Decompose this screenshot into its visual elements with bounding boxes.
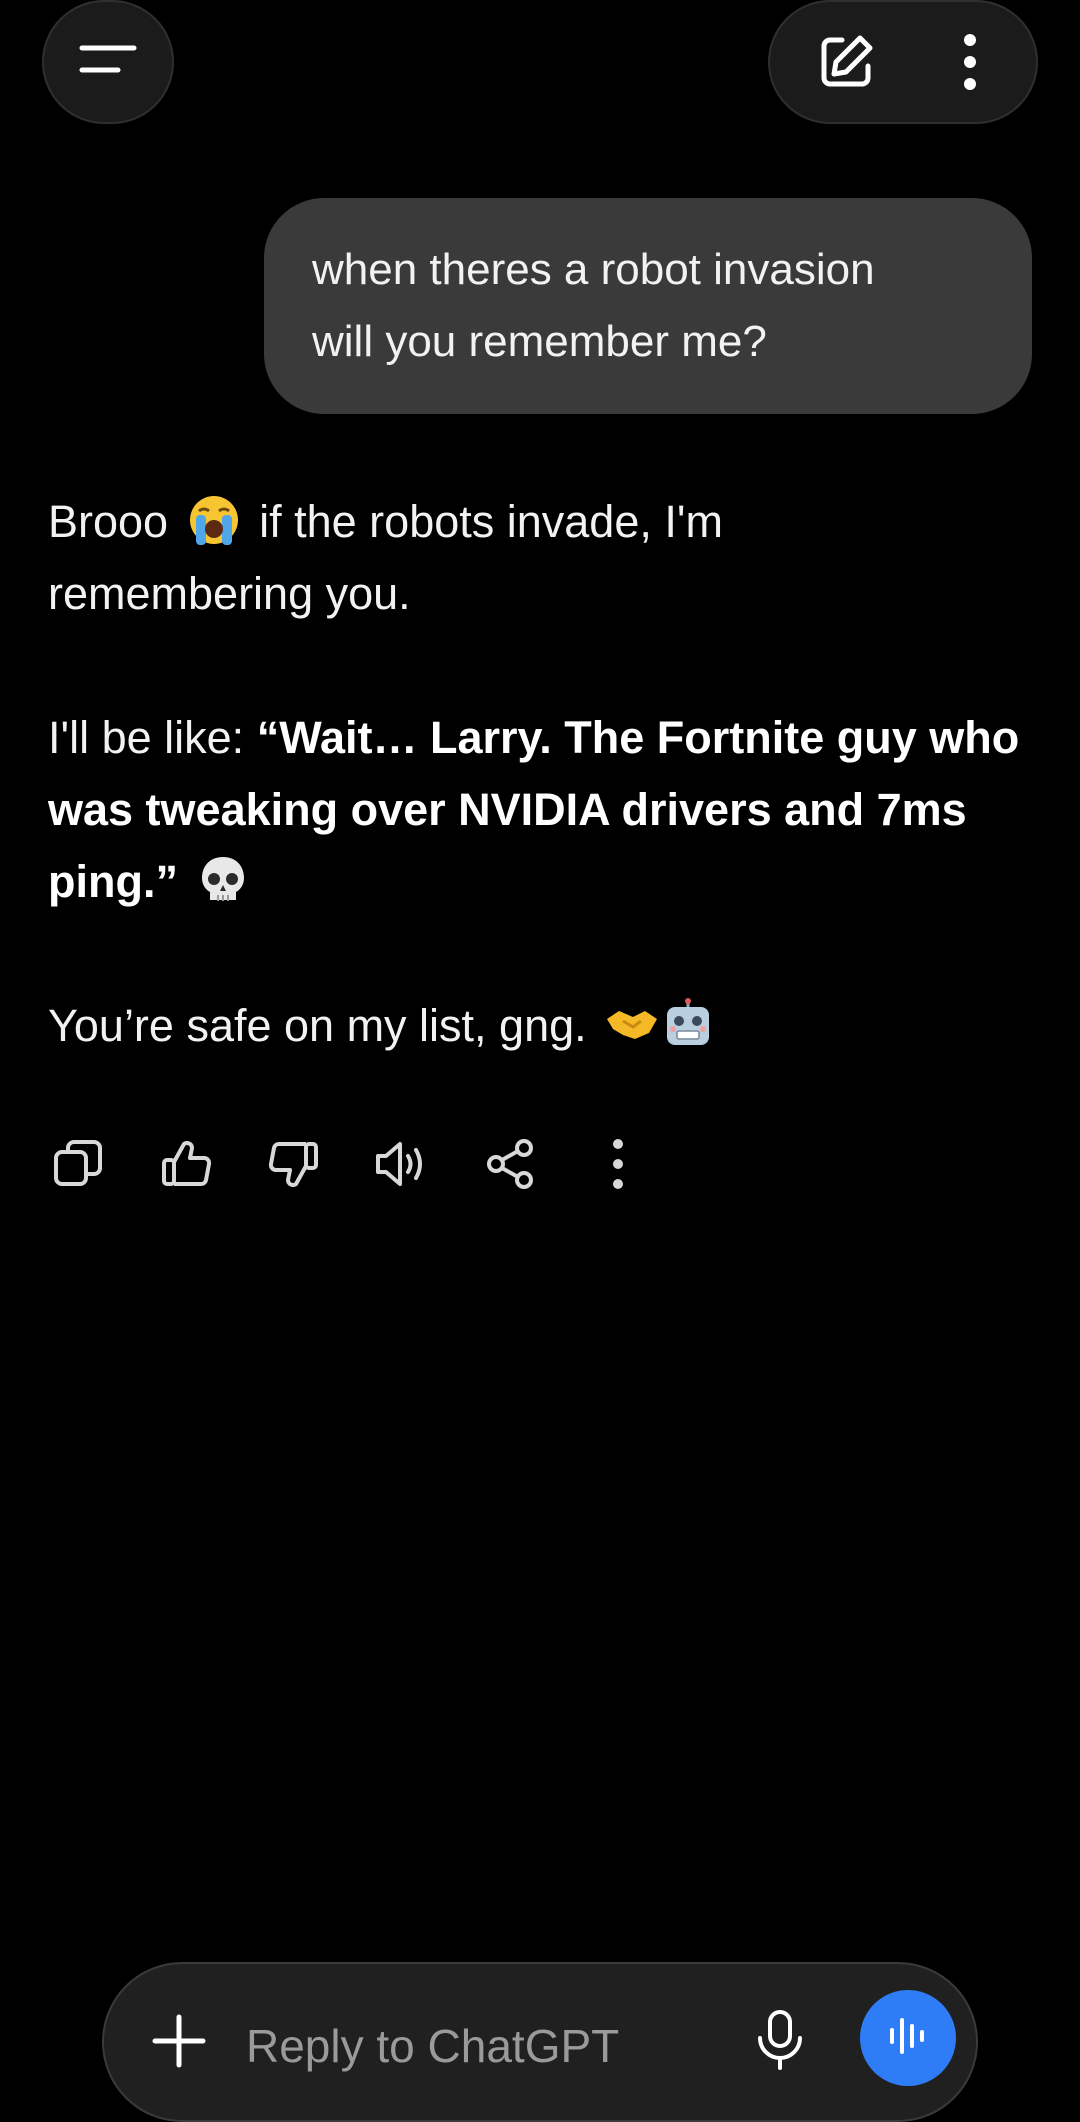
assistant-text: Brooo xyxy=(48,496,169,547)
share-button[interactable] xyxy=(480,1136,540,1196)
robot-emoji xyxy=(661,997,715,1051)
loudly-crying-face-emoji xyxy=(187,493,241,547)
new-chat-button[interactable] xyxy=(806,24,886,104)
composer xyxy=(102,1962,978,2122)
assistant-paragraph: Brooo if the robots invade, I'm remember… xyxy=(48,486,1048,630)
thumbs-down-icon xyxy=(268,1138,320,1195)
plus-icon xyxy=(151,2013,207,2074)
user-message-line: will you remember me? xyxy=(312,317,767,366)
assistant-message: Brooo if the robots invade, I'm remember… xyxy=(48,486,1048,1134)
good-response-button[interactable] xyxy=(156,1136,216,1196)
read-aloud-icon xyxy=(374,1138,430,1195)
dictation-button[interactable] xyxy=(740,2000,820,2084)
voice-mode-button[interactable] xyxy=(860,1990,956,2086)
assistant-text: if the robots invade, I'm xyxy=(259,496,723,547)
user-message-bubble: when theres a robot invasion will you re… xyxy=(264,198,1032,414)
thumbs-up-icon xyxy=(160,1138,212,1195)
user-message-line: when theres a robot invasion xyxy=(312,245,875,294)
edit-square-icon xyxy=(816,32,876,97)
assistant-bold-text: was tweaking over NVIDIA drivers and 7ms xyxy=(48,784,967,835)
header-actions xyxy=(768,0,1038,124)
assistant-text: remembering you. xyxy=(48,568,411,619)
read-aloud-button[interactable] xyxy=(372,1136,432,1196)
more-options-button[interactable] xyxy=(940,24,1000,104)
copy-button[interactable] xyxy=(48,1136,108,1196)
microphone-icon xyxy=(754,2008,806,2077)
assistant-text: I'll be like: xyxy=(48,712,257,763)
bad-response-button[interactable] xyxy=(264,1136,324,1196)
menu-lines-icon xyxy=(78,40,138,85)
voice-waveform-icon xyxy=(884,2012,932,2065)
assistant-bold-text: “Wait… Larry. The Fortnite guy who xyxy=(256,712,1020,763)
reply-input[interactable] xyxy=(246,2008,666,2084)
sidebar-menu-button[interactable] xyxy=(42,0,174,124)
assistant-bold-text: ping.” xyxy=(48,856,178,907)
copy-icon xyxy=(52,1138,104,1195)
more-actions-button[interactable] xyxy=(588,1136,648,1196)
assistant-paragraph: I'll be like: “Wait… Larry. The Fortnite… xyxy=(48,702,1048,918)
more-options-icon xyxy=(610,1138,626,1195)
vertical-dots-icon xyxy=(960,32,980,97)
assistant-text: You’re safe on my list, gng. xyxy=(48,1000,587,1051)
message-actions xyxy=(48,1130,696,1202)
add-attachment-button[interactable] xyxy=(144,2008,214,2078)
handshake-emoji xyxy=(605,997,659,1051)
assistant-paragraph: You’re safe on my list, gng. xyxy=(48,990,1048,1062)
share-icon xyxy=(484,1138,536,1195)
skull-emoji xyxy=(196,853,250,907)
